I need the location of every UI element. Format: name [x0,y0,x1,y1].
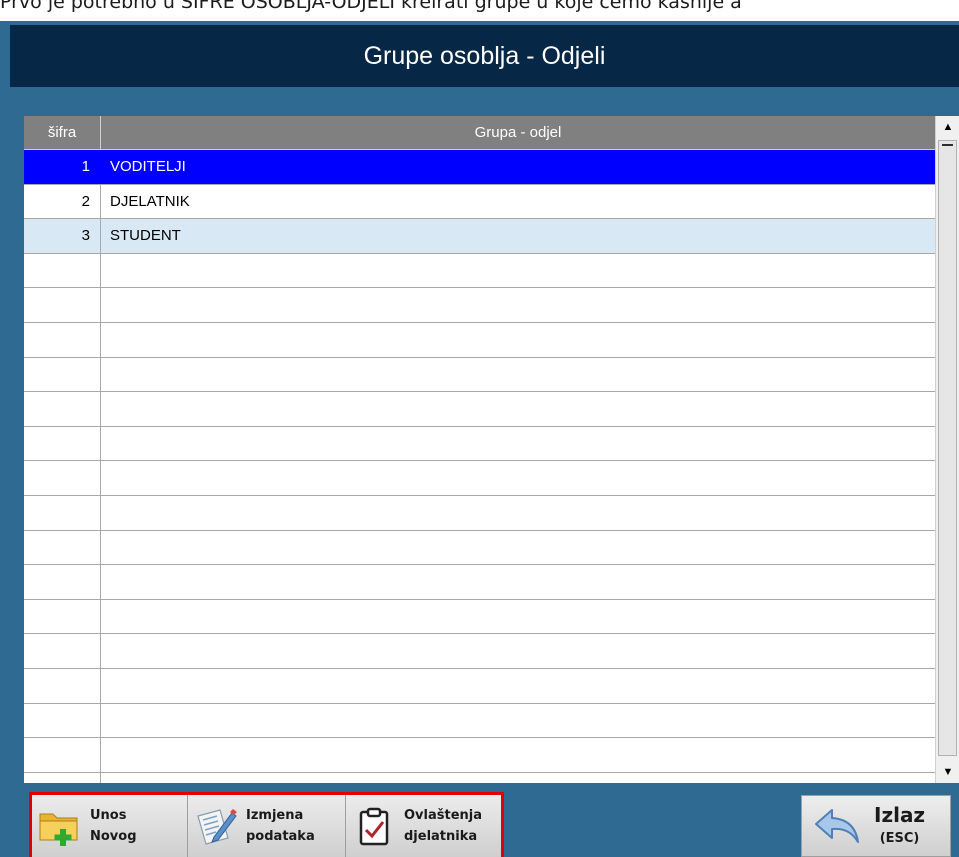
cell-code [24,461,101,495]
cell-code: 3 [24,219,101,253]
scroll-thumb[interactable] [938,140,957,756]
cell-code [24,530,101,565]
cell-code [24,357,101,392]
new-entry-line2: Novog [90,829,137,844]
cell-group-name [101,565,935,599]
cell-group-name [101,634,935,668]
cell-group-name [101,600,935,634]
table-row[interactable] [24,253,935,289]
cell-group-name: VODITELJI [110,158,186,176]
staff-permissions-line2: djelatnika [404,829,478,844]
cell-code [24,565,101,599]
new-entry-button[interactable]: Unos Novog [32,795,188,857]
table-row[interactable] [24,703,935,739]
cell-group-name [101,358,935,392]
cell-code [24,599,101,634]
cell-group-name: DJELATNIK [110,192,190,210]
exit-title: Izlaz [874,803,926,827]
cell-group-name [101,704,935,738]
cell-code [24,738,101,772]
table-row[interactable] [24,288,935,323]
scroll-down-arrow-icon[interactable]: ▼ [936,761,959,783]
table-row[interactable] [24,565,935,600]
window-title: Grupe osoblja - Odjeli [363,41,606,70]
cell-group-name [101,738,935,772]
exit-button[interactable]: Izlaz (ESC) [801,795,951,857]
table-row[interactable] [24,668,935,704]
edit-data-button[interactable]: Izmjena podataka [188,795,346,857]
column-header-code[interactable]: šifra [24,116,101,150]
new-entry-line1: Unos [90,808,127,823]
cell-group-name [101,392,935,426]
clipboard-check-icon [352,804,396,848]
groups-grid: šifra Grupa - odjel 1 VODITELJI 2 DJELATNIK… [24,116,959,783]
table-row[interactable] [24,495,935,531]
edit-document-icon [194,804,238,848]
exit-label: Izlaz (ESC) [874,802,925,850]
scroll-up-arrow-icon[interactable]: ▲ [936,116,959,138]
table-row[interactable]: 1 VODITELJI [24,150,935,185]
cell-code [24,426,101,461]
cell-code [24,322,101,357]
table-row[interactable] [24,426,935,462]
cell-code: 2 [24,184,101,219]
cell-group-name [101,496,935,530]
cell-group-name [101,427,935,461]
staff-permissions-line1: Ovlaštenja [404,808,483,823]
cell-group-name [101,531,935,565]
cell-code [24,392,101,426]
folder-plus-icon [38,804,82,848]
cell-group-name [101,773,935,783]
window-title-bar: Grupe osoblja - Odjeli [10,25,959,87]
table-row[interactable] [24,738,935,773]
edit-data-label: Izmjena podataka [246,805,315,847]
page-caption: Prvo je potrebno u ŠIFRE OSOBLJA-ODJELI … [0,0,742,13]
cell-group-name [101,323,935,357]
table-row[interactable] [24,392,935,427]
cell-code [24,772,101,783]
table-row[interactable]: 3 STUDENT [24,219,935,254]
cell-code [24,634,101,668]
column-header-group[interactable]: Grupa - odjel [101,116,935,150]
cell-code [24,495,101,530]
table-row[interactable] [24,322,935,358]
page-caption-strip: Prvo je potrebno u ŠIFRE OSOBLJA-ODJELI … [0,0,959,22]
table-row[interactable] [24,357,935,393]
table-row[interactable] [24,530,935,566]
exit-shortcut: (ESC) [879,831,920,846]
cell-group-name [101,254,935,288]
cell-group-name [101,288,935,322]
table-row[interactable] [24,461,935,496]
table-row[interactable] [24,599,935,635]
edit-data-line1: Izmjena [246,808,304,823]
table-row[interactable]: 2 DJELATNIK [24,184,935,220]
cell-code [24,253,101,288]
cell-group-name [101,461,935,495]
vertical-scrollbar[interactable]: ▲ ▼ [935,116,959,783]
new-entry-label: Unos Novog [90,805,137,847]
table-row[interactable] [24,772,935,783]
cell-group-name: STUDENT [110,227,181,245]
grid-header: šifra Grupa - odjel [24,116,935,150]
cell-code: 1 [24,150,101,184]
groups-window: Grupe osoblja - Odjeli šifra Grupa - odj… [0,21,959,857]
cell-code [24,668,101,703]
edit-data-line2: podataka [246,829,315,844]
cell-code [24,703,101,738]
back-arrow-icon [814,804,862,848]
staff-permissions-label: Ovlaštenja djelatnika [404,805,482,847]
staff-permissions-button[interactable]: Ovlaštenja djelatnika [346,795,501,857]
cell-group-name [101,669,935,703]
table-row[interactable] [24,634,935,669]
grid-rows: 1 VODITELJI 2 DJELATNIK 3 STUDENT [24,150,935,783]
cell-code [24,288,101,322]
action-toolbar: Unos Novog Izmjena podataka Ovlaštenja d… [29,792,504,857]
